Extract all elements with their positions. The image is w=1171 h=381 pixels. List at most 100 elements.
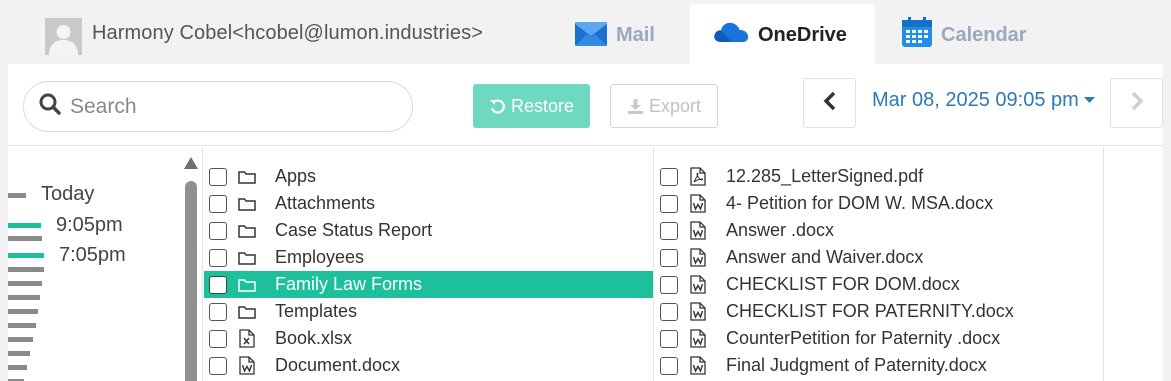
timeline-scrollbar[interactable] bbox=[185, 181, 197, 381]
folder-icon bbox=[237, 194, 257, 214]
timeline-entry-marker bbox=[8, 253, 44, 258]
scroll-up-arrow-icon[interactable] bbox=[184, 157, 198, 169]
row-checkbox[interactable] bbox=[209, 275, 227, 294]
search-input[interactable] bbox=[70, 94, 390, 119]
snapshot-date-value: Mar 08, 2025 09:05 pm bbox=[872, 89, 1079, 111]
export-button[interactable]: Export bbox=[610, 84, 718, 128]
list-item[interactable]: Document.docx bbox=[204, 352, 653, 379]
word-file-icon bbox=[688, 302, 708, 322]
list-item-selected[interactable]: Family Law Forms bbox=[204, 271, 653, 298]
item-name: CounterPetition for Paternity .docx bbox=[726, 328, 1001, 348]
list-item[interactable]: Employees bbox=[204, 244, 653, 271]
download-icon bbox=[627, 98, 644, 115]
row-checkbox[interactable] bbox=[209, 221, 227, 240]
item-name: Answer and Waiver.docx bbox=[726, 247, 924, 267]
row-checkbox[interactable] bbox=[209, 356, 227, 375]
row-checkbox[interactable] bbox=[660, 221, 678, 240]
timeline-bar bbox=[8, 309, 38, 314]
search-box[interactable] bbox=[23, 81, 413, 132]
toolbar: Restore Export Mar 08, 2025 09:05 pm bbox=[8, 64, 1163, 146]
timeline-day-label: Today bbox=[41, 183, 95, 205]
excel-file-icon bbox=[237, 329, 257, 349]
restore-button-label: Restore bbox=[510, 95, 575, 116]
list-item[interactable]: Answer and Waiver.docx bbox=[655, 244, 1103, 271]
timeline-bar bbox=[8, 267, 44, 272]
item-name: Family Law Forms bbox=[275, 274, 423, 294]
timeline-entry-time[interactable]: 9:05pm bbox=[56, 214, 123, 237]
search-icon bbox=[38, 92, 62, 121]
item-name: Document.docx bbox=[275, 355, 401, 375]
user-silhouette-icon bbox=[45, 18, 82, 55]
list-item[interactable]: CHECKLIST FOR DOM.docx bbox=[655, 271, 1103, 298]
list-item[interactable]: Book.xlsx bbox=[204, 325, 653, 352]
list-item[interactable]: CounterPetition for Paternity .docx bbox=[655, 325, 1103, 352]
tab-onedrive[interactable]: OneDrive bbox=[690, 4, 875, 66]
folder-icon bbox=[237, 302, 257, 322]
export-button-label: Export bbox=[648, 95, 702, 116]
next-snapshot-button[interactable] bbox=[1110, 78, 1163, 128]
chevron-right-icon bbox=[1130, 91, 1144, 116]
row-checkbox[interactable] bbox=[660, 275, 678, 294]
timeline-bar bbox=[8, 236, 42, 241]
onedrive-icon bbox=[712, 20, 750, 50]
list-item[interactable]: 4- Petition for DOM W. MSA.docx bbox=[655, 190, 1103, 217]
word-file-icon bbox=[688, 275, 708, 295]
item-name: Final Judgment of Paternity.docx bbox=[726, 355, 987, 375]
item-name: 4- Petition for DOM W. MSA.docx bbox=[726, 193, 994, 213]
avatar[interactable] bbox=[45, 18, 82, 55]
row-checkbox[interactable] bbox=[660, 167, 678, 186]
timeline-bar bbox=[8, 295, 40, 300]
item-name: Answer .docx bbox=[726, 220, 835, 240]
item-name: Templates bbox=[275, 301, 358, 321]
list-item[interactable]: Final Judgment of Paternity.docx bbox=[655, 352, 1103, 379]
item-name: CHECKLIST FOR DOM.docx bbox=[726, 274, 960, 294]
row-checkbox[interactable] bbox=[660, 329, 678, 348]
timeline-marker bbox=[8, 193, 26, 198]
list-item[interactable]: 12.285_LetterSigned.pdf bbox=[655, 163, 1103, 190]
timeline-entry-marker bbox=[8, 223, 41, 228]
list-item[interactable]: Apps bbox=[204, 163, 653, 190]
word-file-icon bbox=[688, 356, 708, 376]
chevron-left-icon bbox=[823, 91, 837, 116]
word-file-icon bbox=[688, 194, 708, 214]
item-name: Attachments bbox=[275, 193, 376, 213]
folder-icon bbox=[237, 221, 257, 241]
list-item[interactable]: Attachments bbox=[204, 190, 653, 217]
tab-mail[interactable]: Mail bbox=[574, 4, 655, 66]
restore-button[interactable]: Restore bbox=[473, 84, 590, 128]
tab-mail-label: Mail bbox=[616, 23, 655, 46]
pdf-file-icon bbox=[688, 167, 708, 187]
row-checkbox[interactable] bbox=[209, 167, 227, 186]
timeline-bar bbox=[8, 281, 42, 286]
item-name: CHECKLIST FOR PATERNITY.docx bbox=[726, 301, 1014, 321]
list-item[interactable]: CHECKLIST FOR PATERNITY.docx bbox=[655, 298, 1103, 325]
row-checkbox[interactable] bbox=[209, 302, 227, 321]
list-item[interactable]: Templates bbox=[204, 298, 653, 325]
row-checkbox[interactable] bbox=[209, 248, 227, 267]
row-checkbox[interactable] bbox=[660, 248, 678, 267]
word-file-icon bbox=[237, 356, 257, 376]
item-name: Case Status Report bbox=[275, 220, 433, 240]
item-name: Book.xlsx bbox=[275, 328, 353, 348]
caret-down-icon bbox=[1083, 97, 1095, 104]
list-item[interactable]: Case Status Report bbox=[204, 217, 653, 244]
restore-icon bbox=[489, 98, 506, 115]
timeline-bar bbox=[8, 351, 30, 356]
row-checkbox[interactable] bbox=[209, 329, 227, 348]
timeline-entry-time[interactable]: 7:05pm bbox=[59, 244, 126, 267]
word-file-icon bbox=[688, 329, 708, 349]
list-item[interactable]: Answer .docx bbox=[655, 217, 1103, 244]
onedrive-panel: Restore Export Mar 08, 2025 09:05 pm bbox=[8, 64, 1163, 381]
snapshot-timeline: Today 9:05pm 7:05pm bbox=[8, 147, 203, 381]
tab-calendar[interactable]: Calendar bbox=[901, 4, 1027, 66]
folder-list: Apps Attachments Case Status Report Empl… bbox=[204, 147, 654, 381]
word-file-icon bbox=[688, 221, 708, 241]
previous-snapshot-button[interactable] bbox=[803, 78, 856, 128]
word-file-icon bbox=[688, 248, 708, 268]
row-checkbox[interactable] bbox=[660, 194, 678, 213]
row-checkbox[interactable] bbox=[660, 302, 678, 321]
item-name: Employees bbox=[275, 247, 365, 267]
snapshot-date-dropdown[interactable]: Mar 08, 2025 09:05 pm bbox=[872, 89, 1095, 112]
row-checkbox[interactable] bbox=[660, 356, 678, 375]
row-checkbox[interactable] bbox=[209, 194, 227, 213]
